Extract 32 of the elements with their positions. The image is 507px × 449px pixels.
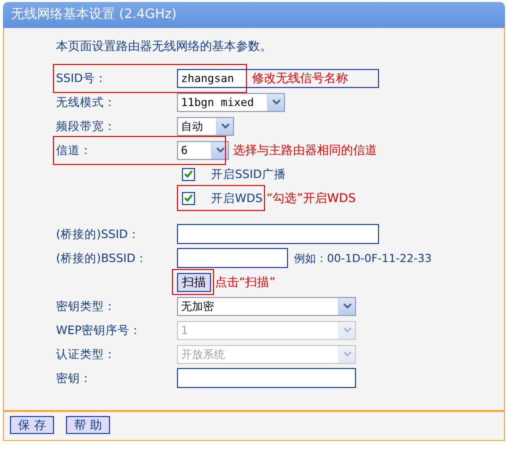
checkbox-label: 开启SSID广播: [211, 166, 286, 182]
field-label: (桥接的)SSID：: [55, 226, 141, 242]
field-label: 认证类型：: [55, 346, 117, 362]
field-label: 信道：: [55, 142, 93, 158]
text-field[interactable]: [177, 224, 379, 244]
field-label: 密钥：: [55, 370, 93, 386]
field-label: 无线模式：: [55, 94, 117, 110]
annotation-note: 选择与主路由器相同的信道: [233, 142, 377, 158]
annotation-note: “勾选”开启WDS: [266, 190, 356, 206]
field-label: SSID号：: [55, 70, 108, 86]
text-field[interactable]: [177, 248, 288, 268]
dropdown[interactable]: 6: [177, 140, 229, 160]
intro-text: 本页面设置路由器无线网络的基本参数。: [56, 38, 273, 55]
field-label: 频段带宽：: [55, 118, 117, 134]
annotation-note: 修改无线信号名称: [252, 70, 348, 86]
checkbox[interactable]: [182, 192, 195, 204]
dropdown[interactable]: 自动: [177, 116, 234, 136]
hint-text: 例如：00-1D-0F-11-22-33: [294, 250, 432, 266]
scan-button[interactable]: 扫描: [177, 272, 211, 292]
text-field[interactable]: [177, 368, 356, 388]
dropdown[interactable]: 无加密: [177, 296, 356, 316]
field-label: 密钥类型：: [55, 298, 117, 314]
footer-button[interactable]: 保 存: [10, 416, 54, 434]
footer-button[interactable]: 帮 助: [66, 416, 110, 434]
text-field[interactable]: zhangsan: [178, 70, 248, 86]
checkbox-label: 开启WDS: [211, 190, 263, 206]
window-title: 无线网络基本设置 (2.4GHz): [11, 7, 177, 22]
field-label: WEP密钥序号：: [55, 322, 143, 338]
checkbox[interactable]: [182, 168, 195, 180]
field-label: (桥接的)BSSID：: [55, 250, 149, 266]
annotation-note: 点击“扫描”: [215, 274, 276, 290]
dropdown[interactable]: 11bgn mixed: [177, 92, 285, 112]
